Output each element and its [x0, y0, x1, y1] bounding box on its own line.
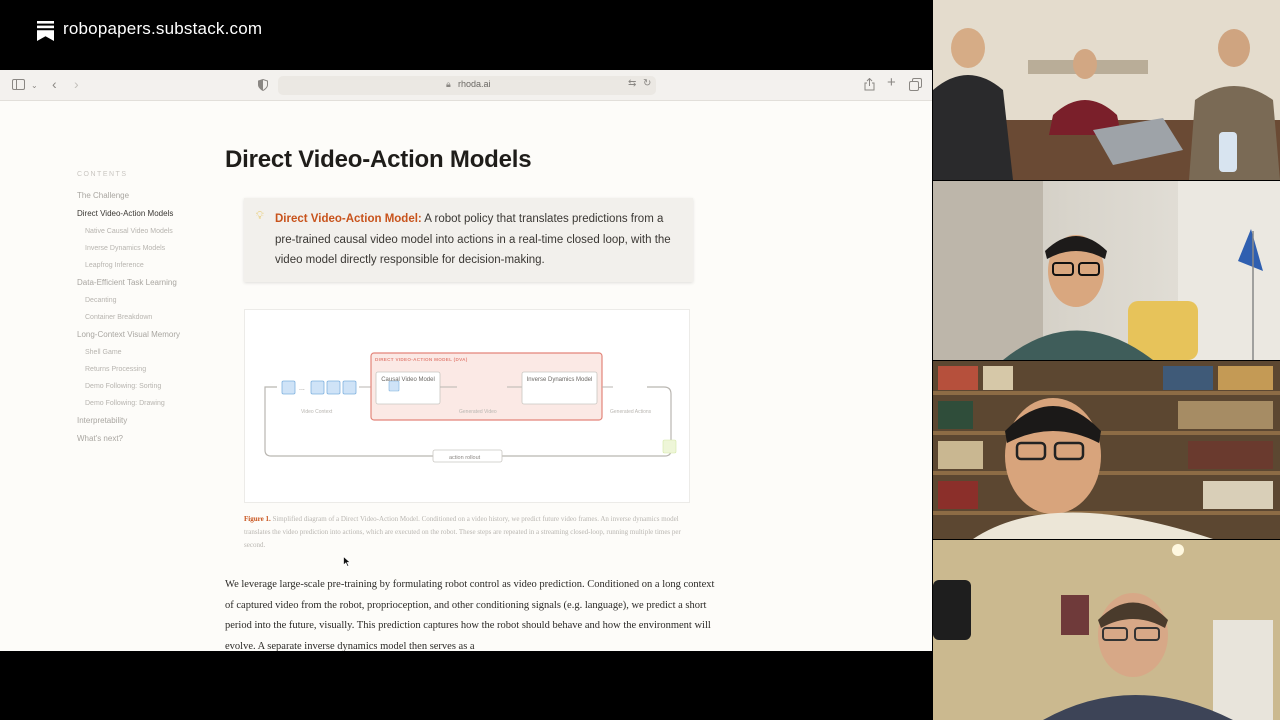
video-context-label: Video Context	[301, 409, 333, 415]
tabs-icon[interactable]	[909, 78, 922, 91]
callout-term: Direct Video-Action Model:	[275, 213, 422, 225]
section-title: Direct Video-Action Models	[225, 146, 532, 173]
video-frame	[310, 380, 325, 395]
table-of-contents: CONTENTS The Challenge Direct Video-Actio…	[77, 171, 217, 452]
shield-icon[interactable]	[258, 79, 268, 91]
figure-caption: Figure 1. Simplified diagram of a Direct…	[244, 513, 694, 552]
toc-item[interactable]: Leapfrog Inference	[77, 261, 217, 271]
participant-video-picture	[933, 0, 1280, 180]
toc-item[interactable]: Long-Context Visual Memory	[77, 330, 217, 340]
address-bar[interactable]: 🔒︎ rhoda.ai ⇆ ↻	[278, 76, 656, 95]
toc-item[interactable]: Shell Game	[77, 348, 217, 358]
plus-icon[interactable]: +	[887, 75, 896, 90]
toc-item[interactable]: Direct Video-Action Models	[77, 209, 217, 219]
figure-caption-text: Simplified diagram of a Direct Video-Act…	[244, 515, 681, 549]
toc-item[interactable]: What's next?	[77, 434, 217, 444]
dva-group-label: DIRECT VIDEO-ACTION MODEL (DVA)	[375, 357, 468, 362]
back-icon[interactable]: ‹	[52, 77, 57, 91]
action-rollout-label: action rollout	[449, 455, 481, 461]
article-body-paragraph: We leverage large-scale pre-training by …	[225, 579, 715, 651]
toc-item[interactable]: Demo Following: Drawing	[77, 399, 217, 409]
browser-toolbar: ⌄ ‹ › 🔒︎ rhoda.ai ⇆ ↻ +	[0, 70, 932, 101]
inverse-dynamics-label-wrap: Inverse Dynamics Model	[526, 377, 593, 383]
action-chip	[662, 439, 677, 454]
chevron-down-icon[interactable]: ⌄	[31, 79, 38, 93]
video-tile-4	[933, 540, 1280, 720]
toc-header: CONTENTS	[77, 171, 128, 178]
inverse-dynamics-model-label: Inverse Dynamics Model	[526, 377, 593, 383]
sidebar-icon[interactable]	[12, 79, 25, 90]
video-tile-3	[933, 361, 1280, 539]
causal-video-model-label-wrap: Causal Video Model	[381, 377, 435, 383]
participant-video-picture	[933, 361, 1280, 539]
reload-icon[interactable]: ↻	[643, 78, 651, 89]
video-tile-2	[933, 181, 1280, 360]
video-frame	[326, 380, 341, 395]
toc-item[interactable]: Returns Processing	[77, 365, 217, 375]
toc-item[interactable]: Inverse Dynamics Models	[77, 244, 217, 254]
toc-item[interactable]: Data-Efficient Task Learning	[77, 278, 217, 288]
mouse-cursor-icon	[343, 556, 351, 567]
screen-share-letterbox	[0, 651, 932, 720]
figure-diagram: ... Video Context DIRECT VIDEO-ACTION MO…	[244, 309, 690, 503]
toc-item[interactable]: Demo Following: Sorting	[77, 382, 217, 392]
substack-logo-icon	[37, 21, 54, 41]
video-tile-1	[933, 0, 1280, 180]
forward-icon[interactable]: ›	[74, 77, 79, 91]
top-banner: robopapers.substack.com	[0, 0, 932, 70]
generated-video-label: Generated Video	[459, 409, 497, 415]
site-name[interactable]: robopapers.substack.com	[63, 19, 262, 39]
toc-item[interactable]: The Challenge	[77, 191, 217, 201]
url-text: rhoda.ai	[458, 79, 491, 89]
toc-item[interactable]: Container Breakdown	[77, 313, 217, 323]
generated-actions-label: Generated Actions	[610, 409, 652, 415]
toc-item[interactable]: Decanting	[77, 296, 217, 306]
share-icon[interactable]	[864, 78, 875, 91]
video-frame	[281, 380, 296, 395]
causal-video-model-label: Causal Video Model	[381, 377, 435, 383]
participant-video-picture	[933, 540, 1280, 720]
lightbulb-icon: 💡︎	[256, 210, 264, 222]
participant-video-picture	[933, 181, 1280, 360]
lock-icon: 🔒︎	[446, 79, 451, 89]
toc-item[interactable]: Interpretability	[77, 416, 217, 426]
frames-ellipsis: ...	[299, 385, 305, 392]
callout-text: Direct Video-Action Model: A robot polic…	[275, 209, 685, 271]
translate-icon[interactable]: ⇆	[628, 78, 636, 89]
definition-callout: 💡︎ Direct Video-Action Model: A robot po…	[244, 198, 693, 282]
dva-diagram: ... Video Context DIRECT VIDEO-ACTION MO…	[264, 352, 677, 463]
figure-number: Figure 1.	[244, 515, 271, 523]
toc-item[interactable]: Native Causal Video Models	[77, 227, 217, 237]
web-page: CONTENTS The Challenge Direct Video-Actio…	[0, 101, 932, 651]
video-frame	[342, 380, 357, 395]
